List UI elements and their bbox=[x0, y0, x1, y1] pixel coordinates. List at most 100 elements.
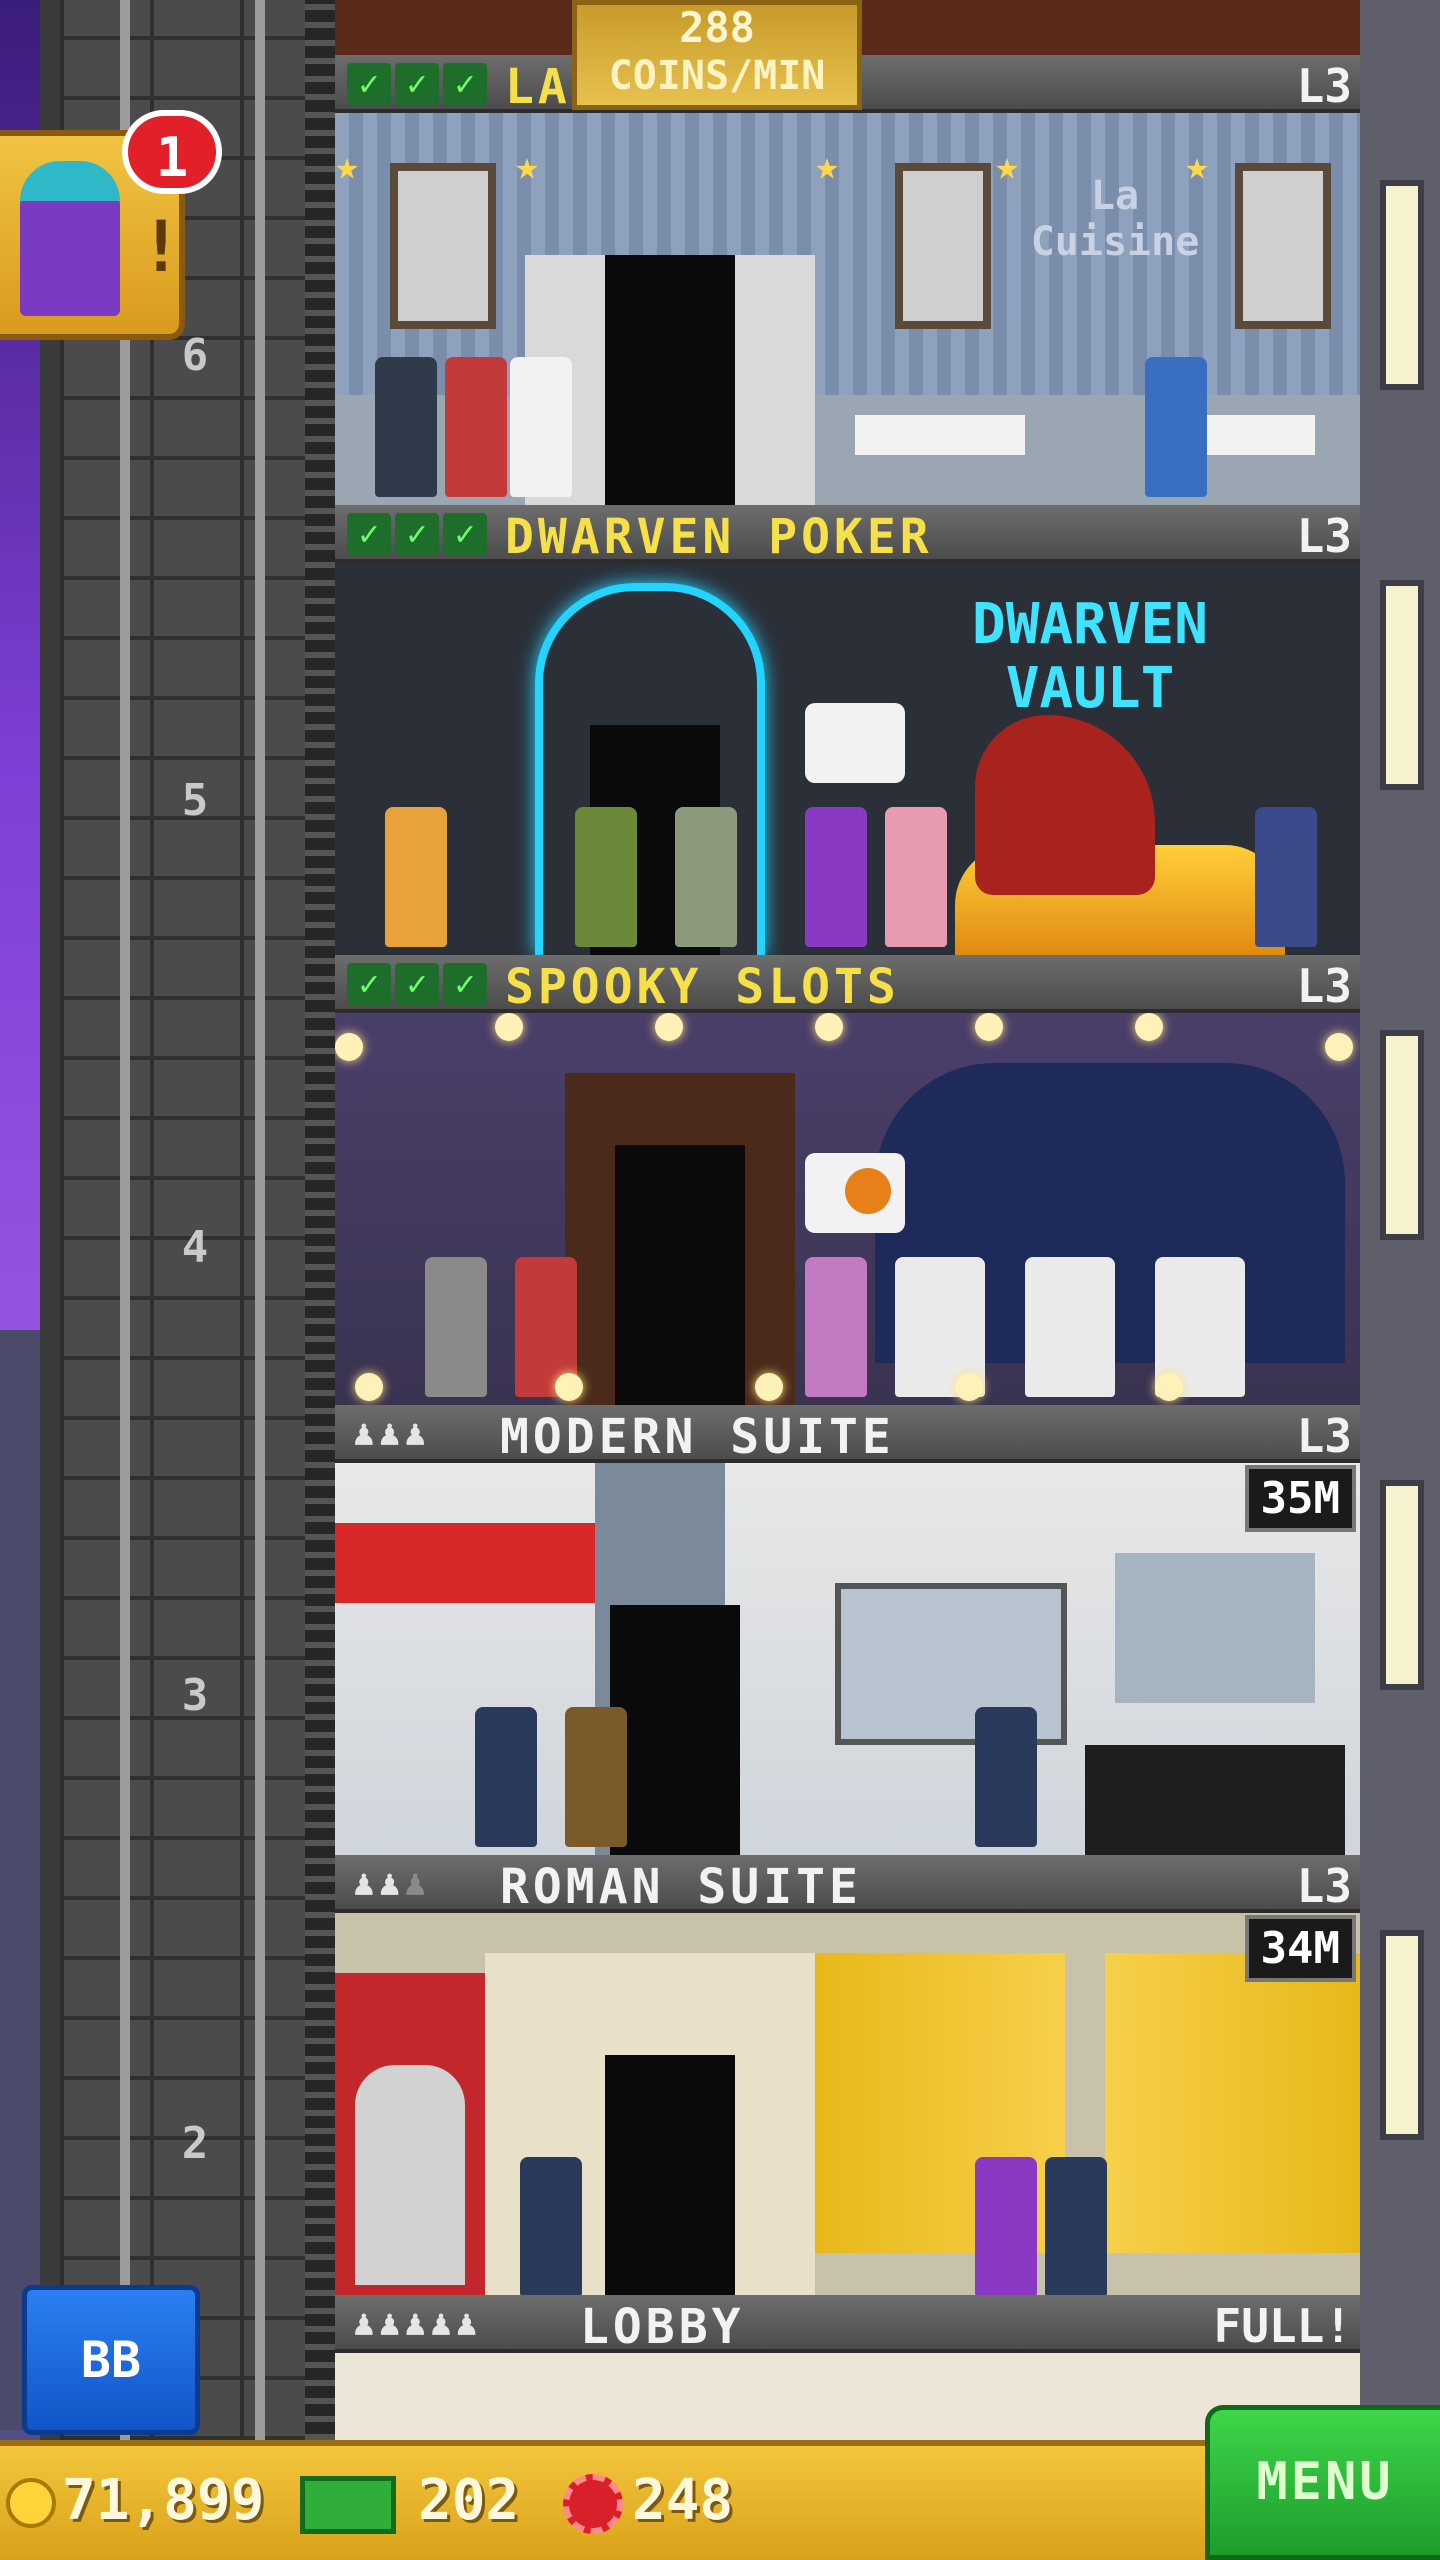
check-icon: ✓ bbox=[443, 63, 487, 105]
slot-machine bbox=[1025, 1257, 1115, 1397]
bux-count: 202 bbox=[418, 2468, 520, 2533]
wall-painting bbox=[895, 163, 991, 329]
coin-rate-display: 288 COINS/MIN bbox=[572, 0, 862, 110]
bitizen-waiter[interactable] bbox=[375, 357, 437, 497]
pawn-icon: ♟ bbox=[430, 2303, 456, 2344]
bitizen-guest[interactable] bbox=[1045, 2157, 1107, 2297]
marquee-bulb bbox=[555, 1373, 583, 1401]
bitizen-guest[interactable] bbox=[445, 357, 507, 497]
bitizen-zombie[interactable] bbox=[425, 1257, 487, 1397]
tower-window bbox=[1380, 1930, 1424, 2140]
pawn-icon: ♟ bbox=[378, 1863, 405, 1904]
floor-level: L3 bbox=[1296, 959, 1352, 1013]
bitizen-guest[interactable] bbox=[565, 1707, 627, 1847]
marquee-bulb bbox=[495, 1013, 523, 1041]
floor-header: ♟♟♟ ROMAN SUITE L3 bbox=[335, 1855, 1360, 1915]
notification-badge: 1 bbox=[122, 110, 222, 194]
bitizen-guest[interactable] bbox=[885, 807, 947, 947]
room-scene: 34M bbox=[335, 1913, 1360, 2305]
floor-spooky-slots[interactable]: ✓ ✓ ✓ SPOOKY SLOTS L3 bbox=[335, 955, 1360, 1405]
elevator-cable bbox=[120, 0, 130, 2440]
red-dragon bbox=[975, 715, 1155, 895]
floor-header: ♟♟♟♟♟ LOBBY FULL! bbox=[335, 2295, 1360, 2355]
pawn-icon: ♟ bbox=[378, 1413, 405, 1454]
floor-status: FULL! bbox=[1213, 2299, 1352, 2353]
menu-button[interactable]: MENU bbox=[1205, 2405, 1440, 2560]
pawn-icon: ♟ bbox=[353, 1413, 379, 1454]
check-icon: ✓ bbox=[347, 63, 391, 105]
floor-name: DWARVEN POKER bbox=[505, 509, 933, 565]
speech-bubble bbox=[805, 703, 905, 783]
floor-la-cuisine[interactable]: ✓ ✓ ✓ LA L3 La Cuisine ★ ★ ★ ★ ★ bbox=[335, 55, 1360, 505]
avatar-hat bbox=[20, 161, 120, 201]
pawn-icon: ♟ bbox=[404, 1863, 431, 1904]
floor-dwarven-poker[interactable]: ✓ ✓ ✓ DWARVEN POKER L3 DWARVEN VAULT bbox=[335, 505, 1360, 955]
pawn-icon: ♟ bbox=[378, 2303, 405, 2344]
stocked-checks: ✓ ✓ ✓ bbox=[347, 963, 487, 1005]
marquee-bulb bbox=[1325, 1033, 1353, 1061]
chips-count: 248 bbox=[632, 2468, 734, 2533]
marquee-bulb bbox=[815, 1013, 843, 1041]
marquee-bulb bbox=[975, 1013, 1003, 1041]
occupancy-indicator: ♟♟♟ bbox=[353, 1863, 430, 1904]
elevator-cable bbox=[255, 0, 265, 2440]
bitizen-guest[interactable] bbox=[1145, 357, 1207, 497]
occupancy-indicator: ♟♟♟♟♟ bbox=[353, 2303, 481, 2344]
bitizen-guest[interactable] bbox=[805, 807, 867, 947]
wall-painting bbox=[390, 163, 496, 329]
bitizen-guest[interactable] bbox=[805, 1257, 867, 1397]
floor-modern-suite[interactable]: ♟♟♟ MODERN SUITE L3 35M bbox=[335, 1405, 1360, 1855]
pawn-icon: ♟ bbox=[455, 2303, 482, 2344]
coin-icon bbox=[6, 2478, 56, 2528]
floor-header: ♟♟♟ MODERN SUITE L3 bbox=[335, 1405, 1360, 1465]
shaft-floor-number: 2 bbox=[181, 2118, 209, 2169]
shaft-floor-number: 5 bbox=[181, 775, 209, 826]
star-light-icon: ★ bbox=[815, 143, 840, 189]
marquee-bulb bbox=[755, 1373, 783, 1401]
marquee-bulb bbox=[335, 1033, 363, 1061]
vault-sign: DWARVEN VAULT bbox=[971, 592, 1208, 721]
pawn-icon: ♟ bbox=[404, 1413, 431, 1454]
pumpkin-icon bbox=[845, 1168, 891, 1214]
bitizen-guest[interactable] bbox=[520, 2157, 582, 2297]
dining-table bbox=[855, 415, 1025, 455]
door bbox=[605, 2055, 735, 2305]
floor-level: L3 bbox=[1296, 1859, 1352, 1913]
bitizen-wizard[interactable] bbox=[1255, 807, 1317, 947]
bitizen-guest[interactable] bbox=[675, 807, 737, 947]
check-icon: ✓ bbox=[347, 513, 391, 555]
check-icon: ✓ bbox=[395, 513, 439, 555]
coin-rate-value: 288 bbox=[679, 3, 755, 52]
gold-curtain bbox=[1105, 1953, 1360, 2253]
floor-roman-suite[interactable]: ♟♟♟ ROMAN SUITE L3 34M bbox=[335, 1855, 1360, 2305]
wall-shelf bbox=[1115, 1553, 1315, 1703]
room-scene: La Cuisine ★ ★ ★ ★ ★ bbox=[335, 113, 1360, 505]
check-icon: ✓ bbox=[395, 63, 439, 105]
tower-window bbox=[1380, 580, 1424, 790]
pawn-icon: ♟ bbox=[353, 1863, 379, 1904]
tower-window bbox=[1380, 1030, 1424, 1240]
wall-painting bbox=[1235, 163, 1331, 329]
red-wall-panel bbox=[335, 1523, 595, 1603]
bitizen-guest[interactable] bbox=[975, 2157, 1037, 2297]
floor-name: SPOOKY SLOTS bbox=[505, 959, 900, 1015]
floor-name: LOBBY bbox=[580, 2299, 745, 2355]
pawn-icon: ♟ bbox=[353, 2303, 379, 2344]
coins-count: 71,899 bbox=[62, 2468, 265, 2533]
door bbox=[615, 1145, 745, 1405]
floor-name: LA bbox=[505, 59, 571, 115]
check-icon: ✓ bbox=[443, 513, 487, 555]
check-icon: ✓ bbox=[395, 963, 439, 1005]
stocked-checks: ✓ ✓ ✓ bbox=[347, 513, 487, 555]
bitizen-guest[interactable] bbox=[975, 1707, 1037, 1847]
bitizen-guest[interactable] bbox=[575, 807, 637, 947]
marquee-bulb bbox=[1135, 1013, 1163, 1041]
marquee-bulb bbox=[1155, 1373, 1183, 1401]
bitizen-dwarf[interactable] bbox=[385, 807, 447, 947]
bitizen-chef[interactable] bbox=[510, 357, 572, 497]
bitbook-button[interactable]: BB bbox=[22, 2285, 200, 2435]
alert-icon: ! bbox=[140, 206, 183, 288]
coin-rate-label: COINS/MIN bbox=[608, 53, 826, 99]
bitizen-guest[interactable] bbox=[475, 1707, 537, 1847]
marquee-bulb bbox=[655, 1013, 683, 1041]
